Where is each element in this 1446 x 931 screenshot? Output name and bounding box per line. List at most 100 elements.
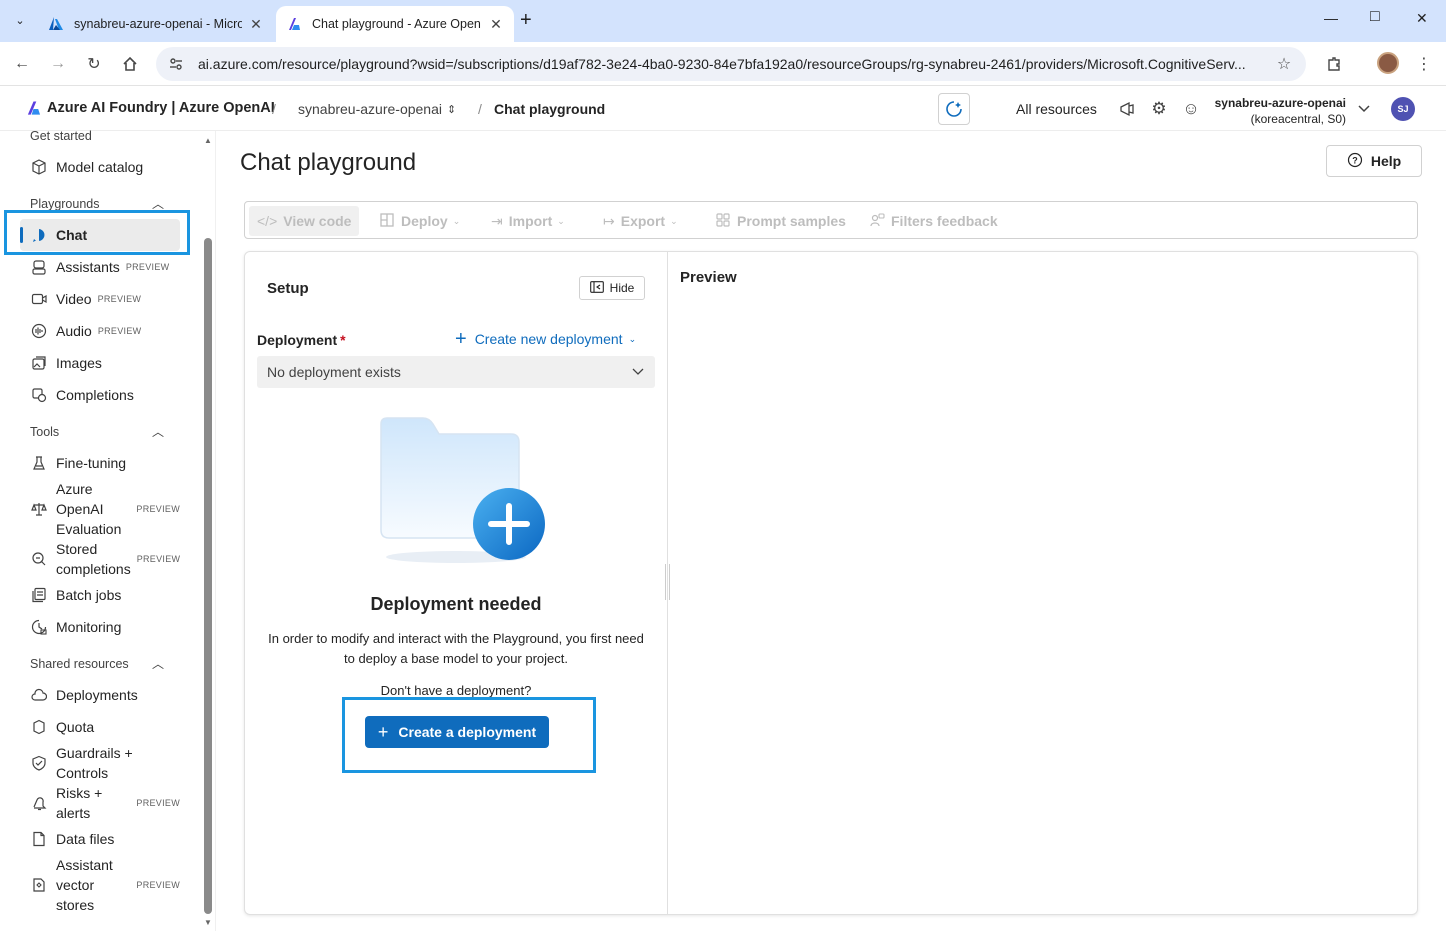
scroll-up-icon[interactable]: ▲	[204, 136, 212, 145]
sidebar-item-model-catalog[interactable]: Model catalog	[20, 157, 180, 177]
flask-icon	[30, 454, 48, 472]
create-new-deployment-link[interactable]: + Create new deployment ⌄	[455, 329, 636, 349]
deployment-select[interactable]: No deployment exists	[257, 356, 655, 388]
minimize-icon[interactable]: —	[1324, 10, 1338, 26]
breadcrumb-separator: /	[478, 101, 482, 117]
new-tab-icon[interactable]: +	[520, 9, 532, 32]
section-playgrounds: Playgrounds	[30, 197, 100, 211]
playground-toolbar: </> View code Deploy ⌄ ⇥ Import ⌄ ↦ Export ⌄ P…	[244, 201, 1418, 239]
plus-icon: +	[377, 722, 389, 742]
browser-tab-chat-playground[interactable]: Chat playground - Azure Open ✕	[276, 6, 514, 42]
chevron-up-icon[interactable]: ︿	[152, 423, 164, 440]
import-icon: ⇥	[491, 212, 503, 229]
preview-badge: PREVIEW	[136, 880, 180, 890]
deployment-needed-title: Deployment needed	[370, 594, 542, 614]
sidebar-item-stored-completions[interactable]: Stored completions PREVIEW	[20, 539, 180, 579]
sidebar-item-aoai-evaluation[interactable]: Azure OpenAI Evaluation PREVIEW	[20, 479, 180, 539]
user-avatar[interactable]: SJ	[1391, 97, 1415, 121]
sidebar-scroll-thumb[interactable]	[204, 238, 212, 914]
sidebar-item-guardrails[interactable]: Guardrails + Controls	[20, 743, 180, 783]
image-icon	[30, 354, 48, 372]
deploy-button[interactable]: Deploy ⌄	[371, 206, 468, 236]
settings-gear-icon[interactable]: ⚙	[1149, 99, 1169, 119]
account-region: (koreacentral, S0)	[1250, 112, 1346, 126]
import-button[interactable]: ⇥ Import ⌄	[483, 206, 573, 236]
file-icon	[30, 830, 48, 848]
sidebar-item-risks-alerts[interactable]: Risks + alerts PREVIEW	[20, 783, 180, 823]
account-chevron-down-icon[interactable]	[1357, 101, 1371, 118]
close-tab-icon[interactable]: ✕	[488, 16, 504, 33]
window-close-icon[interactable]: ✕	[1416, 10, 1428, 27]
browser-tab-azure-portal[interactable]: synabreu-azure-openai - Micro ✕	[38, 6, 274, 42]
browser-navbar: ← → ↻ ai.azure.com/resource/playground?w…	[0, 42, 1446, 86]
maximize-icon[interactable]: □	[1370, 8, 1380, 26]
chevron-down-icon: ⌄	[452, 215, 461, 226]
copilot-button[interactable]	[938, 93, 970, 125]
foundry-logo-icon	[289, 18, 300, 30]
stored-completions-icon	[30, 550, 48, 568]
sidebar-item-vector-stores[interactable]: Assistant vector stores PREVIEW	[20, 855, 180, 915]
back-icon[interactable]: ←	[10, 52, 34, 76]
section-get-started: Get started	[30, 129, 92, 143]
prompt-samples-button[interactable]: Prompt samples	[707, 206, 854, 236]
resource-switch-icon[interactable]: ⇕	[447, 103, 456, 116]
resize-handle[interactable]	[665, 564, 670, 600]
all-resources-link[interactable]: All resources	[1016, 101, 1097, 117]
preview-badge: PREVIEW	[125, 262, 170, 272]
export-icon: ↦	[603, 212, 615, 229]
batch-icon	[30, 586, 48, 604]
quota-icon	[30, 718, 48, 736]
tab-title: synabreu-azure-openai - Micro	[74, 17, 242, 31]
sidebar-item-images[interactable]: Images	[20, 353, 180, 373]
view-code-button[interactable]: </> View code	[249, 206, 360, 236]
extensions-icon[interactable]	[1322, 52, 1346, 76]
feedback-smiley-icon[interactable]: ☺	[1181, 99, 1201, 119]
page-title: Chat playground	[240, 149, 417, 176]
sidebar-item-fine-tuning[interactable]: Fine-tuning	[20, 453, 180, 473]
sidebar-item-audio[interactable]: Audio PREVIEW	[20, 321, 180, 341]
hide-setup-button[interactable]: Hide	[579, 276, 645, 300]
sidebar-item-assistants[interactable]: Assistants PREVIEW	[20, 257, 180, 277]
filters-feedback-button[interactable]: Filters feedback	[861, 206, 1006, 236]
alert-icon	[30, 794, 48, 812]
close-tab-icon[interactable]: ✕	[248, 16, 264, 33]
browser-menu-icon[interactable]: ⋮	[1412, 52, 1436, 76]
video-icon	[30, 290, 48, 308]
chevron-down-icon: ⌄	[557, 215, 565, 226]
no-deployment-text: Don't have a deployment?	[380, 683, 532, 698]
account-switcher[interactable]: synabreu-azure-openai (koreacentral, S0)	[1215, 95, 1346, 127]
reload-icon[interactable]: ↻	[82, 52, 106, 76]
bookmark-star-icon[interactable]: ☆	[1272, 54, 1296, 74]
forward-icon[interactable]: →	[46, 52, 70, 76]
scroll-down-icon[interactable]: ▼	[204, 918, 212, 927]
browser-profile-avatar[interactable]	[1377, 52, 1399, 74]
sidebar-item-deployments[interactable]: Deployments	[20, 685, 180, 705]
sidebar-item-data-files[interactable]: Data files	[20, 829, 180, 849]
preview-badge: PREVIEW	[97, 294, 142, 304]
sidebar-item-quota[interactable]: Quota	[20, 717, 180, 737]
preview-badge: PREVIEW	[97, 326, 142, 336]
tab-search-chevron-icon[interactable]: ⌄	[8, 8, 32, 32]
panel-collapse-icon	[589, 280, 604, 296]
announcements-icon[interactable]	[1117, 99, 1137, 119]
preview-badge: PREVIEW	[136, 798, 180, 808]
site-settings-icon[interactable]	[168, 56, 184, 72]
sidebar-item-video[interactable]: Video PREVIEW	[20, 289, 180, 309]
address-bar[interactable]: ai.azure.com/resource/playground?wsid=/s…	[156, 47, 1306, 81]
help-button[interactable]: ? Help	[1326, 145, 1422, 177]
breadcrumb-resource[interactable]: synabreu-azure-openai	[298, 101, 442, 117]
create-deployment-button[interactable]: + Create a deployment	[365, 716, 549, 748]
chevron-up-icon[interactable]: ︿	[152, 655, 164, 672]
scale-icon	[30, 500, 48, 518]
cube-icon	[30, 158, 48, 176]
sidebar-item-completions[interactable]: Completions	[20, 385, 180, 405]
samples-grid-icon	[715, 212, 731, 231]
setup-title: Setup	[267, 280, 309, 297]
sidebar-item-batch-jobs[interactable]: Batch jobs	[20, 585, 180, 605]
brand[interactable]: Azure AI Foundry | Azure OpenAI	[26, 100, 275, 116]
export-button[interactable]: ↦ Export ⌄	[595, 206, 686, 236]
chevron-down-icon: ⌄	[670, 215, 678, 226]
home-icon[interactable]	[118, 52, 142, 76]
sidebar-item-monitoring[interactable]: Monitoring	[20, 617, 180, 637]
vector-store-icon	[30, 876, 48, 894]
